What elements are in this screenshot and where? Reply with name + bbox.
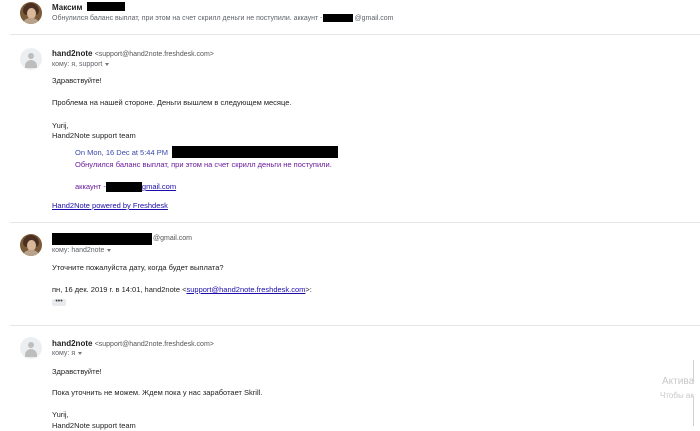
chevron-down-icon xyxy=(105,62,110,66)
message-2: @gmail.com кому: hand2note Уточните пожа… xyxy=(0,226,700,321)
signature-team: Hand2Note support team xyxy=(52,131,136,140)
sender-name: hand2note xyxy=(52,339,93,348)
quote-attribution: пн, 16 дек. 2019 г. в 14:01, hand2note <… xyxy=(52,285,312,294)
message-text: Уточните пожалуйста дату, когда будет вы… xyxy=(52,263,224,272)
freshdesk-link[interactable]: Hand2Note powered by Freshdesk xyxy=(52,201,168,210)
activation-watermark-text: Чтобы ак xyxy=(660,391,694,400)
divider xyxy=(10,325,700,326)
generic-avatar-icon xyxy=(20,337,42,359)
show-trimmed-content-button[interactable]: ••• xyxy=(52,298,66,306)
sender-avatar[interactable] xyxy=(20,2,42,24)
recipients-dropdown[interactable]: кому: hand2note xyxy=(52,247,112,254)
sender-avatar[interactable] xyxy=(20,234,42,256)
signature-name: Yurij, xyxy=(52,121,69,130)
recipients-dropdown[interactable]: кому: я xyxy=(52,350,83,357)
activation-watermark-title: Актива xyxy=(662,376,695,387)
collapsed-message[interactable]: Максим Обнулился баланс выплат, при этом… xyxy=(0,0,700,34)
signature-team: Hand2Note support team xyxy=(52,421,136,430)
sender-name: Максим xyxy=(52,3,83,12)
message-snippet: Обнулился баланс выплат, при этом на сче… xyxy=(52,14,394,22)
message-text: Проблема на нашей стороне. Деньги вышлем… xyxy=(52,98,292,107)
quoted-account: аккаунт - gmail.com xyxy=(75,182,177,193)
redacted-block xyxy=(87,2,125,11)
redacted-sender xyxy=(52,233,152,245)
message-1: hand2note <support@hand2note.freshdesk.c… xyxy=(0,40,700,220)
sender-email: <support@hand2note.freshdesk.com> xyxy=(94,341,214,348)
account-email-link[interactable]: gmail.com xyxy=(142,182,176,191)
chevron-down-icon xyxy=(107,248,112,252)
greeting: Здравствуйте! xyxy=(52,367,102,376)
message-3: hand2note <support@hand2note.freshdesk.c… xyxy=(0,330,700,431)
message-text: Пока уточнить не можем. Ждем пока у нас … xyxy=(52,388,263,397)
chevron-down-icon xyxy=(78,351,83,355)
support-email-link[interactable]: support@hand2note.freshdesk.com xyxy=(186,285,305,294)
divider xyxy=(10,34,700,35)
sender-email: @gmail.com xyxy=(153,235,193,242)
sender-name: hand2note xyxy=(52,49,93,58)
sender-email: <support@hand2note.freshdesk.com> xyxy=(94,51,214,58)
recipients-dropdown[interactable]: кому: я, support xyxy=(52,61,110,68)
scrollbar-track[interactable] xyxy=(693,360,694,382)
greeting: Здравствуйте! xyxy=(52,76,102,85)
scrollbar-track[interactable] xyxy=(693,396,694,426)
signature-name: Yurij, xyxy=(52,410,69,419)
quote-header: On Mon, 16 Dec at 5:44 PM xyxy=(75,148,168,157)
redacted-block xyxy=(172,146,338,158)
divider xyxy=(10,222,700,223)
quoted-text: Обнулился баланс выплат, при этом на сче… xyxy=(75,160,332,169)
generic-avatar-icon xyxy=(20,48,42,70)
